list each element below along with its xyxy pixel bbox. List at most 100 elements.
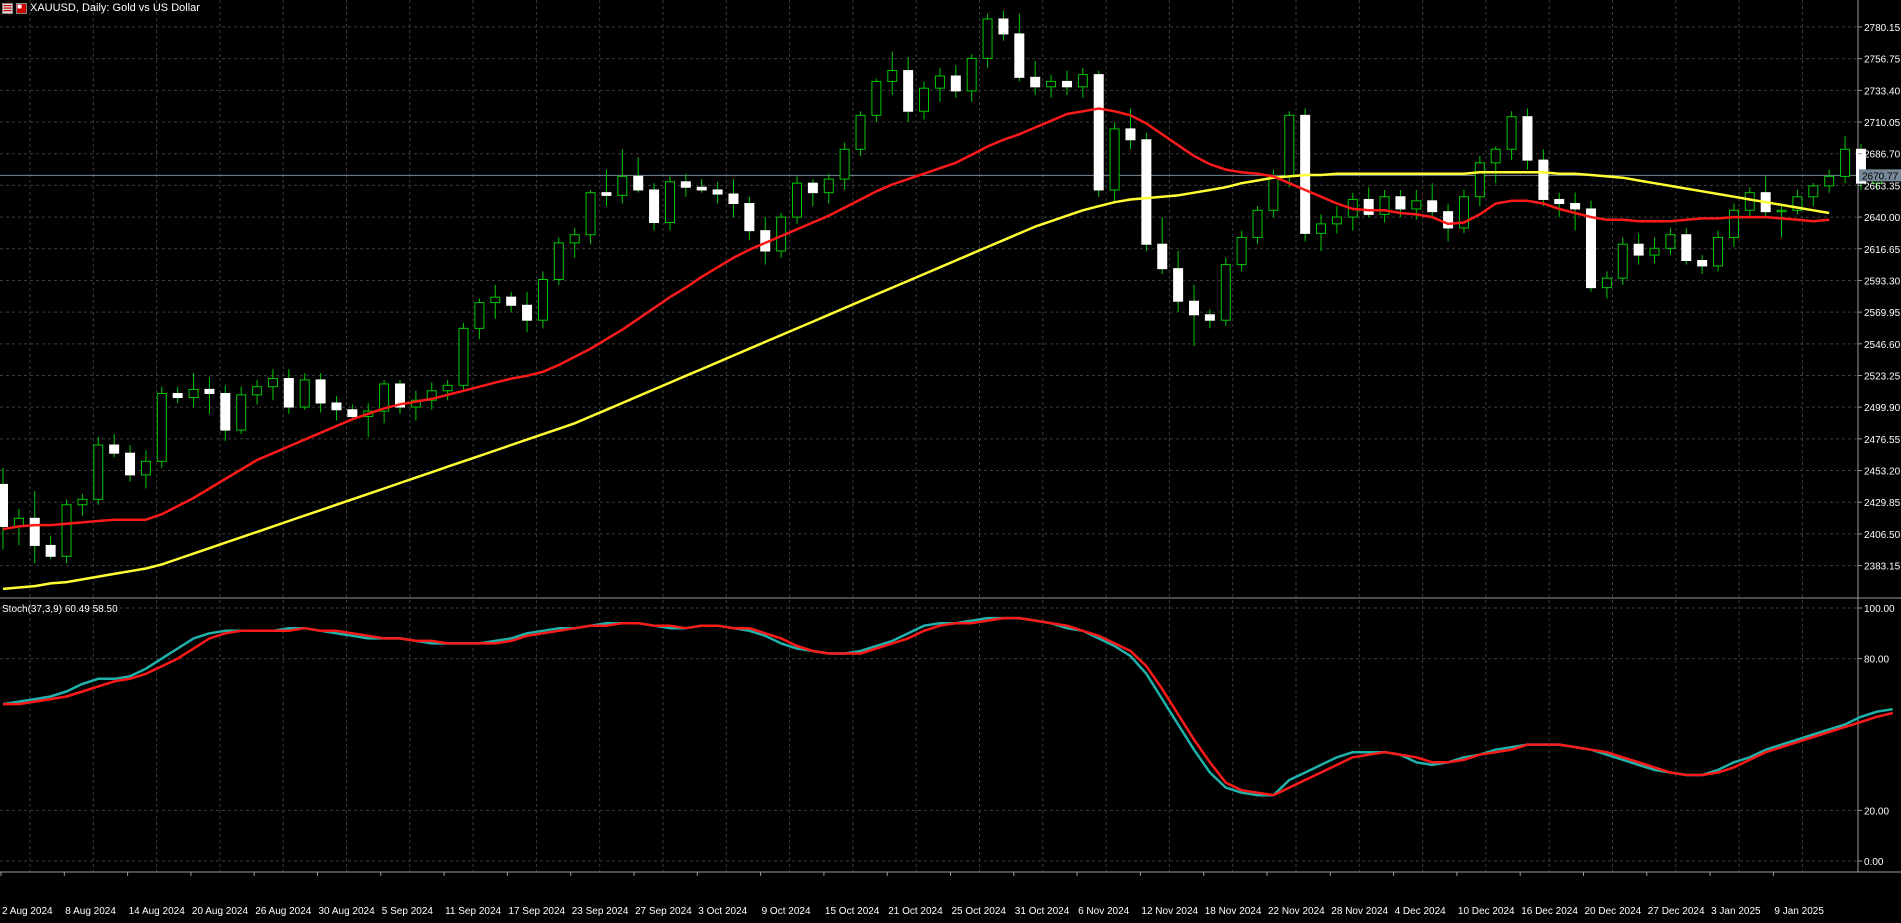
price-axis-label: 2640.00 (1864, 213, 1901, 224)
time-axis-label: 3 Oct 2024 (698, 906, 747, 917)
candle (1458, 189, 1469, 234)
candle-body (1744, 192, 1755, 211)
candle-body (1189, 300, 1199, 316)
candle-body (950, 75, 961, 92)
candle-body (267, 378, 278, 388)
candle-body (998, 18, 1009, 35)
candle-body (315, 379, 326, 404)
candle-body (1014, 33, 1025, 78)
chart-canvas: 2780.15 2756.75 2733.40 2710.05 2686.70 2663.… (0, 0, 1901, 918)
time-axis-label: 5 Sep 2024 (382, 906, 434, 917)
candle-body (1030, 76, 1041, 88)
candle (1220, 257, 1231, 326)
stoch-axis-label: 0.00 (1864, 857, 1884, 868)
candle (61, 499, 72, 564)
candle-body (252, 386, 263, 396)
stoch-axis-label: 100.00 (1864, 604, 1895, 615)
candle (537, 271, 548, 329)
candle-body (1617, 243, 1628, 279)
candle (1522, 108, 1533, 170)
candle-body (1490, 148, 1501, 164)
candle-body (712, 189, 723, 195)
price-axis-label: 2406.50 (1864, 530, 1901, 541)
candle-body (236, 394, 247, 431)
candle-body (125, 452, 136, 476)
price-axis-label: 2546.60 (1864, 340, 1901, 351)
time-axis-label: 20 Dec 2024 (1585, 906, 1642, 917)
price-axis-label: 2499.90 (1864, 403, 1901, 414)
candle-body (1316, 223, 1327, 234)
candle-body (1570, 203, 1581, 210)
candle-body (458, 327, 469, 386)
candle-body (823, 178, 834, 194)
candle-body (1808, 185, 1819, 198)
candle-body (1538, 159, 1549, 200)
candle-body (855, 114, 866, 150)
candle (1617, 237, 1628, 285)
time-axis-label: 16 Dec 2024 (1521, 906, 1578, 917)
candle-body (1268, 175, 1279, 211)
time-axis-label: 27 Sep 2024 (635, 906, 692, 917)
time-axis-label: 2 Aug 2024 (2, 906, 53, 917)
candle-body (792, 182, 802, 218)
time-axis-label: 28 Nov 2024 (1331, 906, 1388, 917)
price-axis-label: 2733.40 (1864, 86, 1901, 97)
price-axis-label: 2593.30 (1864, 276, 1901, 287)
candle-body (29, 517, 40, 546)
candle (93, 436, 104, 505)
time-axis-label: 14 Aug 2024 (129, 906, 186, 917)
candle-body (156, 392, 167, 462)
candle-body (220, 392, 231, 431)
candle-body (140, 460, 151, 476)
candle-body (1697, 260, 1708, 267)
chart-title: XAUUSD, Daily: Gold vs US Dollar (30, 2, 200, 14)
candle-body (1633, 243, 1644, 256)
candle (855, 111, 866, 157)
candle-body (1728, 209, 1739, 238)
candle-body (1141, 139, 1152, 245)
stoch-axis-label: 80.00 (1864, 655, 1889, 666)
candle-body (522, 304, 533, 321)
candle-body (537, 279, 548, 321)
candle-body (633, 175, 644, 191)
candle-body (442, 384, 453, 392)
stoch-title: Stoch(37,3,9) 60.49 58.50 (2, 604, 118, 615)
candle-body (61, 504, 72, 557)
candle-body (1061, 80, 1072, 88)
price-axis-label: 2780.15 (1864, 23, 1901, 34)
candle-body (1474, 162, 1485, 198)
candle-body (1506, 116, 1517, 150)
candle-body (1109, 128, 1120, 191)
candle-body (1093, 74, 1104, 191)
time-axis-label: 26 Aug 2024 (255, 906, 312, 917)
candle-body (1236, 236, 1247, 266)
time-axis-label: 8 Aug 2024 (65, 906, 116, 917)
candle (1586, 200, 1596, 292)
candle (1093, 70, 1104, 197)
price-axis-label: 2616.65 (1864, 245, 1901, 256)
candle-body (172, 392, 183, 399)
price-axis-label: 2453.20 (1864, 467, 1901, 478)
time-axis-label: 6 Nov 2024 (1078, 906, 1130, 917)
candle-body (1157, 243, 1168, 270)
candle-body (1331, 216, 1342, 225)
candle-body (934, 75, 945, 89)
candle-body (1284, 114, 1295, 177)
candle-body (1411, 200, 1422, 210)
candle-body (1443, 211, 1454, 229)
candle (156, 386, 167, 469)
candle-body (331, 402, 342, 411)
candle-body (1220, 264, 1231, 321)
candle-body (93, 444, 104, 500)
candle-body (1395, 196, 1406, 210)
candle-body (919, 87, 930, 112)
price-axis-label: 2756.75 (1864, 55, 1901, 66)
candle-body (617, 175, 628, 196)
candle-body (649, 189, 660, 224)
candle-body (1681, 234, 1692, 262)
candle-body (1046, 80, 1057, 88)
candle-body (1840, 148, 1851, 177)
candle-body (1601, 277, 1612, 289)
candle-body (728, 193, 739, 205)
candle-body (871, 80, 882, 116)
